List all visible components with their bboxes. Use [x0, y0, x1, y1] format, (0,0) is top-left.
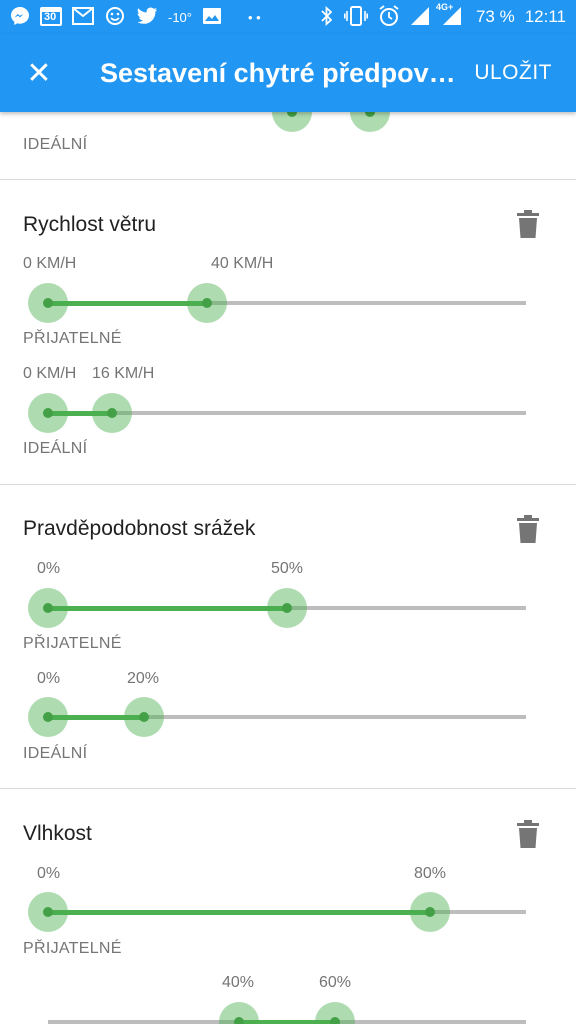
precipitation-acceptable-min-thumb[interactable]: [28, 588, 68, 628]
wind-ideal-max-thumb[interactable]: [91, 393, 132, 433]
humidity-acceptable-caption: PŘIJATELNÉ: [23, 940, 122, 957]
trash-icon: [517, 820, 539, 848]
precipitation-acceptable-max-thumb[interactable]: [267, 588, 307, 628]
wind-delete-button[interactable]: [516, 210, 540, 238]
twitter-icon: [136, 7, 158, 28]
wind-ideal-min-thumb[interactable]: [28, 393, 68, 433]
section-divider: [0, 484, 576, 485]
network-type-label: 4G+: [435, 1, 454, 12]
status-bar: 30 -10° • • 4G+ 73 % 12:11: [0, 0, 576, 34]
network-signal-icon: 4G+: [436, 2, 462, 29]
battery-level: 73 %: [475, 7, 515, 26]
humidity-ideal-slider[interactable]: [0, 1000, 576, 1024]
close-icon: ✕: [26, 56, 52, 90]
humidity-delete-button[interactable]: [516, 820, 540, 848]
humidity-acceptable-min-thumb[interactable]: [28, 892, 68, 932]
wind-ideal-min-label: 0 KM/H: [23, 365, 77, 382]
humidity-ideal-min-label: 40%: [222, 974, 255, 991]
gmail-icon: [72, 6, 94, 28]
wind-ideal-caption: IDEÁLNÍ: [23, 440, 88, 457]
precipitation-ideal-caption: IDEÁLNÍ: [23, 745, 88, 762]
top-ideal-slider[interactable]: [0, 112, 576, 134]
top-ideal-caption: IDEÁLNÍ: [23, 136, 88, 153]
save-button[interactable]: ULOŽIT: [474, 61, 552, 85]
wind-acceptable-min-label: 0 KM/H: [23, 255, 77, 272]
forecast-settings-list[interactable]: IDEÁLNÍ Rychlost větru 0 KM/H 40 KM/H PŘ…: [0, 112, 576, 1024]
more-notifications-dots: • •: [248, 9, 261, 25]
signal-icon: [410, 6, 430, 29]
trash-icon: [517, 210, 539, 238]
page-title: Sestavení chytré předpově…: [100, 57, 460, 88]
status-time: 12:11: [524, 7, 566, 26]
wind-acceptable-slider[interactable]: [0, 281, 576, 325]
wind-acceptable-caption: PŘIJATELNÉ: [23, 330, 122, 347]
calendar-day: 30: [44, 10, 57, 23]
slider-fill: [48, 300, 208, 306]
section-divider: [0, 788, 576, 789]
trash-icon: [517, 515, 539, 543]
precipitation-ideal-min-thumb[interactable]: [28, 697, 68, 737]
app-bar: ✕ Sestavení chytré předpově… ULOŽIT: [0, 34, 576, 112]
humidity-acceptable-max-thumb[interactable]: [410, 892, 451, 932]
image-icon: [202, 7, 222, 28]
precipitation-acceptable-slider[interactable]: [0, 586, 576, 630]
precipitation-ideal-max-label: 20%: [127, 670, 160, 687]
humidity-ideal-min-thumb[interactable]: [219, 1002, 260, 1024]
vibrate-icon: [343, 5, 368, 29]
slider-fill: [48, 605, 287, 611]
wind-ideal-slider[interactable]: [0, 391, 576, 435]
alarm-icon: [378, 4, 400, 30]
precipitation-ideal-min-label: 0%: [37, 670, 61, 687]
wind-acceptable-max-thumb[interactable]: [187, 283, 228, 323]
wind-acceptable-min-thumb[interactable]: [28, 283, 68, 323]
messenger-icon: [10, 6, 30, 29]
status-bar-system: 4G+ 73 % 12:11: [320, 2, 566, 30]
calendar-icon: 30: [40, 6, 62, 29]
precipitation-acceptable-min-label: 0%: [37, 560, 61, 577]
humidity-section-title: Vlhkost: [23, 822, 92, 845]
wind-acceptable-max-label: 40 KM/H: [211, 255, 274, 272]
temperature-label: -10°: [168, 9, 192, 25]
bluetooth-icon: [320, 5, 334, 29]
precipitation-acceptable-caption: PŘIJATELNÉ: [23, 635, 122, 652]
precipitation-ideal-max-thumb[interactable]: [123, 697, 164, 737]
top-ideal-min-thumb[interactable]: [272, 112, 312, 132]
section-divider: [0, 179, 576, 180]
top-ideal-max-thumb[interactable]: [350, 112, 390, 132]
close-button[interactable]: ✕: [0, 34, 78, 112]
humidity-ideal-max-thumb[interactable]: [314, 1002, 355, 1024]
wind-section-title: Rychlost větru: [23, 213, 157, 236]
humidity-acceptable-max-label: 80%: [414, 865, 447, 882]
precipitation-acceptable-max-label: 50%: [271, 560, 304, 577]
humidity-ideal-max-label: 60%: [319, 974, 352, 991]
slider-fill: [48, 909, 431, 915]
precipitation-delete-button[interactable]: [516, 515, 540, 543]
wind-ideal-max-label: 16 KM/H: [92, 365, 155, 382]
weather-icon: [104, 6, 126, 29]
humidity-acceptable-min-label: 0%: [37, 865, 61, 882]
precipitation-ideal-slider[interactable]: [0, 695, 576, 739]
humidity-acceptable-slider[interactable]: [0, 890, 576, 934]
precipitation-section-title: Pravděpodobnost srážek: [23, 517, 256, 540]
status-bar-notifications: 30 -10° • •: [10, 6, 261, 29]
